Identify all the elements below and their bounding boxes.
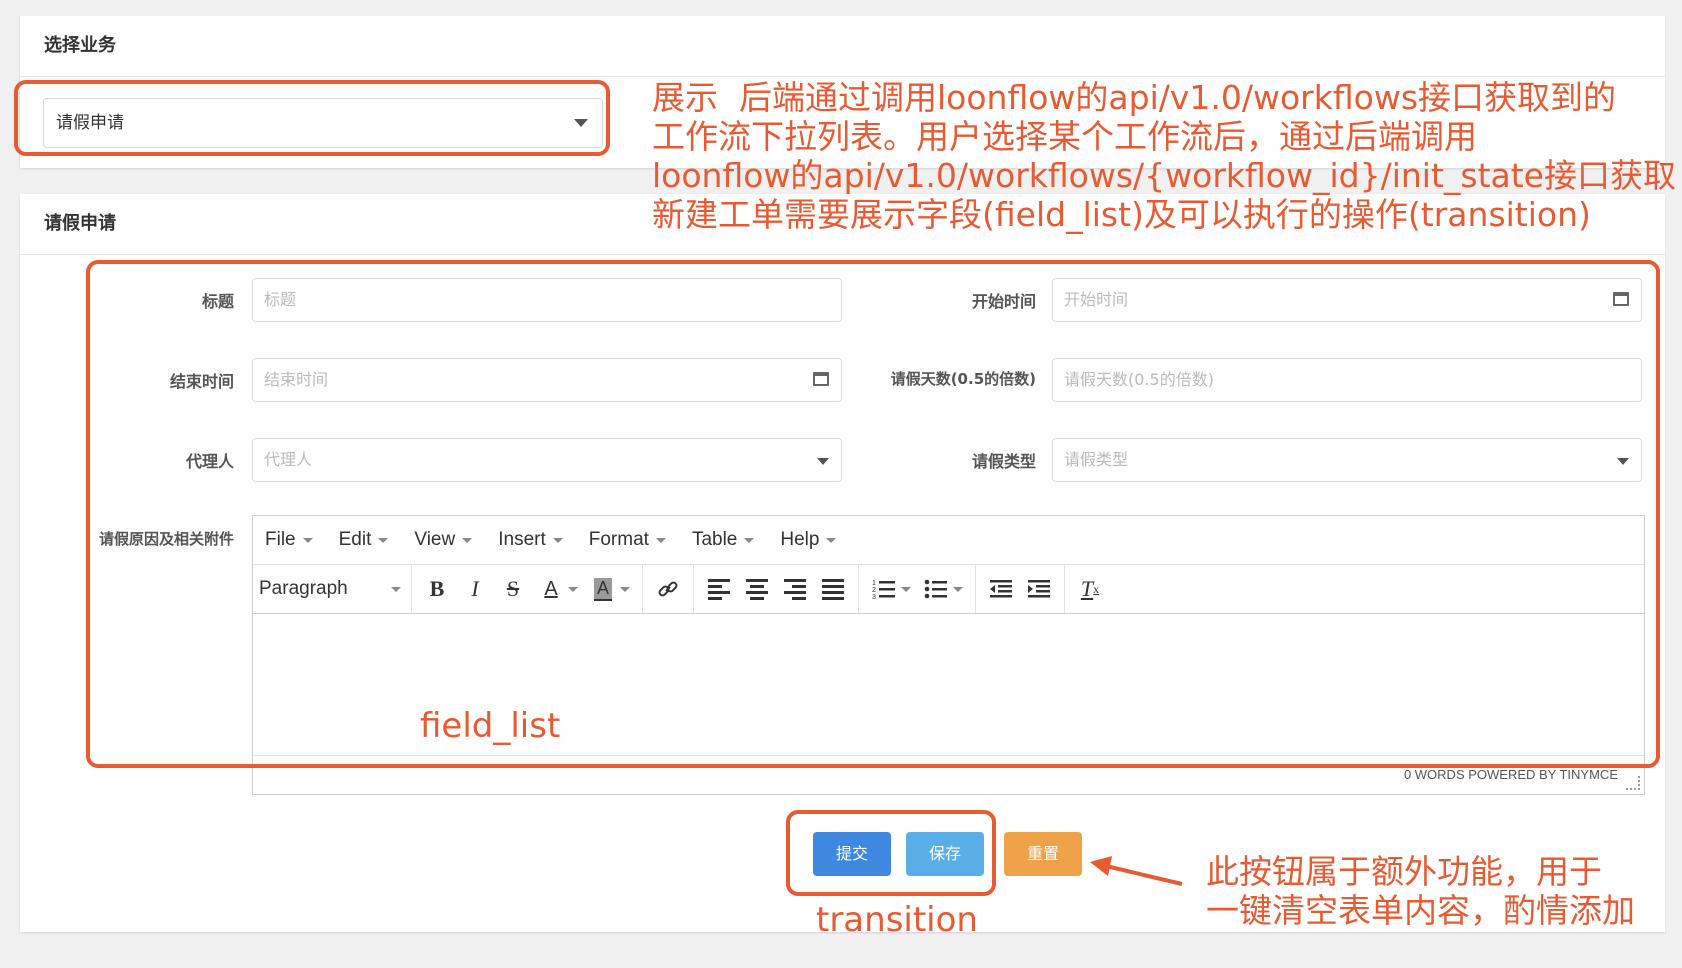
workflow-note: 展示 后端通过调用loonflow的api/v1.0/workflows接口获取… bbox=[652, 78, 1676, 234]
reset-note-line: 此按钮属于额外功能，用于 bbox=[1206, 852, 1602, 891]
reset-note-line: 一键清空表单内容，酌情添加 bbox=[1206, 891, 1635, 930]
workflow-note-line: 工作流下拉列表。用户选择某个工作流后，通过后端调用 bbox=[652, 117, 1477, 156]
editor-status-text: 0 WORDS POWERED BY TINYMCE bbox=[1403, 767, 1618, 782]
reset-note: 此按钮属于额外功能，用于 一键清空表单内容，酌情添加 bbox=[1206, 852, 1635, 930]
reset-button[interactable]: 重置 bbox=[1004, 832, 1082, 876]
resize-handle-icon[interactable] bbox=[1626, 776, 1640, 790]
workflow-note-line: 新建工单需要展示字段(field_list)及可以执行的操作(transitio… bbox=[652, 195, 1591, 234]
select-business-title: 选择业务 bbox=[20, 16, 1665, 77]
field-list-highlight bbox=[86, 260, 1660, 768]
workflow-note-line: loonflow的api/v1.0/workflows/{workflow_id… bbox=[652, 156, 1676, 195]
workflow-select-highlight bbox=[14, 80, 610, 156]
field-list-label: field_list bbox=[420, 706, 561, 746]
transition-label: transition bbox=[816, 900, 978, 940]
transition-highlight bbox=[786, 810, 996, 896]
arrow-icon bbox=[1090, 856, 1183, 886]
workflow-note-line: 展示 后端通过调用loonflow的api/v1.0/workflows接口获取… bbox=[652, 78, 1617, 117]
